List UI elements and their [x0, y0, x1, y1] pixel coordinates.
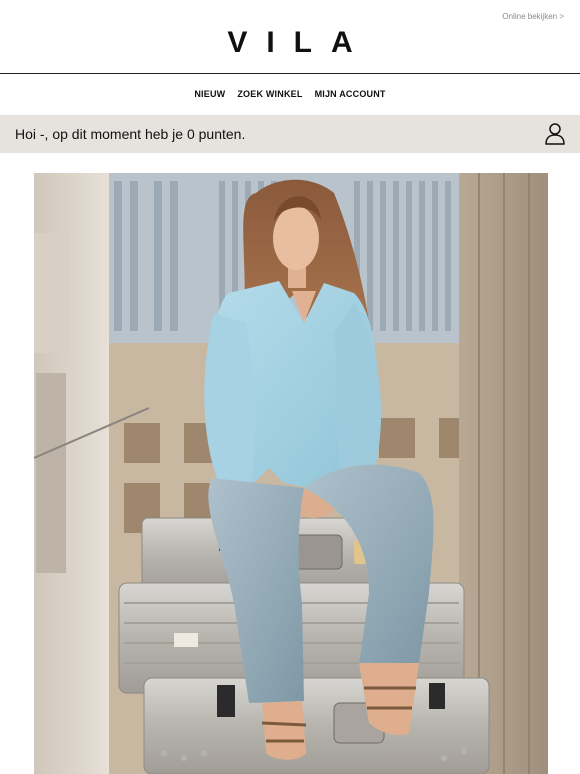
hero-image[interactable] — [34, 173, 548, 774]
points-message: Hoi -, op dit moment heb je 0 punten. — [15, 126, 246, 142]
main-nav: NIEUW ZOEK WINKEL MIJN ACCOUNT — [0, 89, 580, 99]
header-divider — [0, 73, 580, 74]
nav-item-mijn-account[interactable]: MIJN ACCOUNT — [315, 89, 386, 99]
hero-photo — [34, 173, 548, 774]
user-icon[interactable] — [544, 122, 566, 146]
vila-logo[interactable]: VILA — [0, 26, 580, 60]
nav-item-zoek-winkel[interactable]: ZOEK WINKEL — [237, 89, 302, 99]
view-online-link[interactable]: Online bekijken > — [502, 12, 564, 21]
nav-item-nieuw[interactable]: NIEUW — [194, 89, 225, 99]
points-banner[interactable]: Hoi -, op dit moment heb je 0 punten. — [0, 115, 580, 153]
